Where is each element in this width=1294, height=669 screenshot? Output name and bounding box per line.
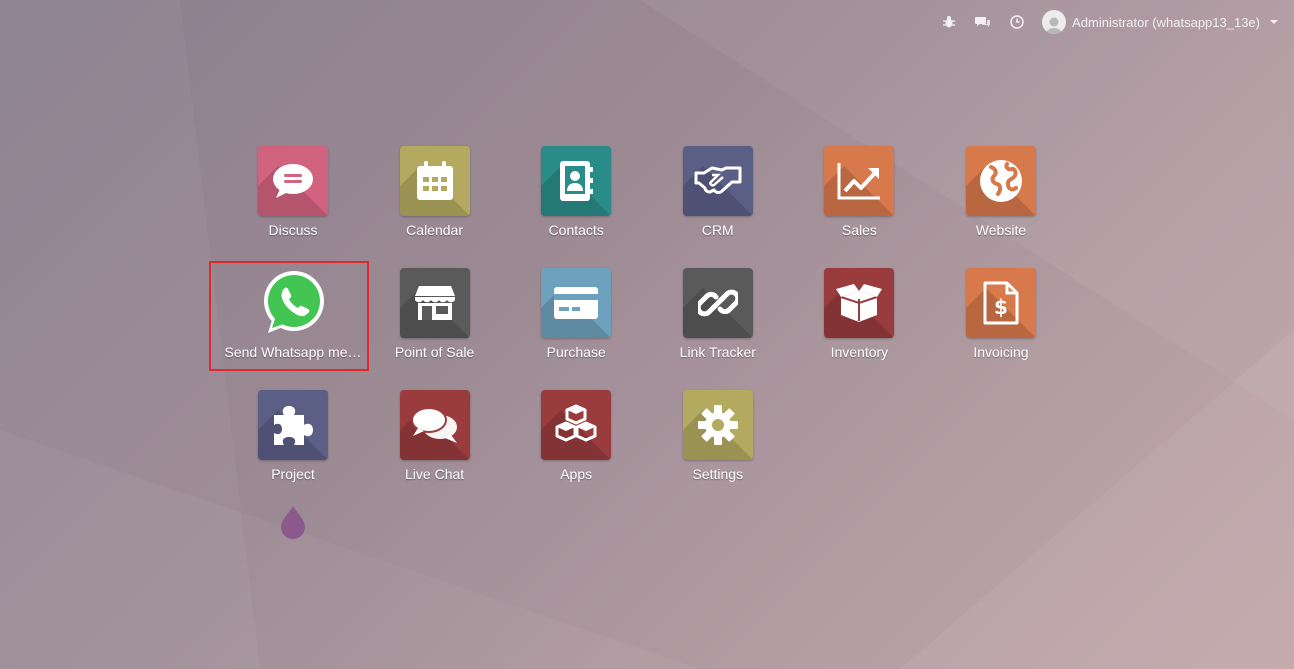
cubes-icon: [541, 390, 612, 460]
app-label: Inventory: [830, 344, 889, 360]
app-label: Sales: [841, 222, 877, 238]
user-menu[interactable]: Administrator (whatsapp13_13e): [1042, 10, 1278, 34]
box-icon: [824, 268, 895, 338]
whatsapp-icon: [258, 268, 328, 338]
app-discuss[interactable]: Discuss: [222, 140, 364, 252]
app-send-whatsapp[interactable]: Send Whatsapp me…: [222, 262, 364, 374]
gear-icon: [682, 390, 753, 460]
drop-icon: [281, 506, 305, 539]
app-sales[interactable]: Sales: [788, 140, 930, 252]
address-book-icon: [541, 146, 612, 216]
app-inventory[interactable]: Inventory: [788, 262, 930, 374]
app-label: CRM: [701, 222, 734, 238]
app-contacts[interactable]: Contacts: [505, 140, 647, 252]
app-label: Invoicing: [973, 344, 1029, 360]
invoice-icon: $: [965, 268, 1036, 338]
app-label: Link Tracker: [679, 344, 756, 360]
clock-icon[interactable]: [1000, 0, 1034, 44]
app-point-of-sale[interactable]: Point of Sale: [364, 262, 506, 374]
chart-up-icon: [824, 146, 895, 216]
app-project[interactable]: Project: [222, 384, 364, 496]
avatar: [1042, 10, 1067, 34]
chat-bubbles-icon: [399, 390, 470, 460]
app-label: Settings: [692, 466, 744, 482]
svg-text:$: $: [994, 295, 1008, 319]
app-label: Apps: [560, 466, 593, 482]
app-website[interactable]: Website: [930, 140, 1072, 252]
app-crm[interactable]: CRM: [647, 140, 789, 252]
app-purchase[interactable]: Purchase: [505, 262, 647, 374]
top-bar: Administrator (whatsapp13_13e): [932, 0, 1294, 44]
app-grid: Discuss Calendar Contacts CRM Sales Webs…: [222, 140, 1072, 506]
app-settings[interactable]: Settings: [647, 384, 789, 496]
app-label: Website: [975, 222, 1027, 238]
puzzle-icon: [258, 390, 328, 460]
app-live-chat[interactable]: Live Chat: [364, 384, 506, 496]
app-calendar[interactable]: Calendar: [364, 140, 506, 252]
shop-icon: [399, 268, 470, 338]
handshake-icon: [682, 146, 753, 216]
app-label: Point of Sale: [394, 344, 475, 360]
chat-bubbles-icon[interactable]: [966, 0, 1000, 44]
app-label: Discuss: [268, 222, 318, 238]
app-label: Project: [271, 466, 315, 482]
app-link-tracker[interactable]: Link Tracker: [647, 262, 789, 374]
app-label: Send Whatsapp me…: [224, 344, 362, 360]
app-invoicing[interactable]: $ Invoicing: [930, 262, 1072, 374]
credit-card-icon: [541, 268, 612, 338]
user-name: Administrator (whatsapp13_13e): [1072, 14, 1260, 30]
app-apps[interactable]: Apps: [505, 384, 647, 496]
calendar-icon: [399, 146, 470, 216]
app-label: Contacts: [548, 222, 604, 238]
link-icon: [682, 268, 753, 338]
chat-icon: [258, 146, 328, 216]
app-label: Calendar: [406, 222, 463, 238]
app-label: Purchase: [546, 344, 606, 360]
globe-icon: [965, 146, 1036, 216]
bug-icon[interactable]: [932, 0, 966, 44]
app-label: Live Chat: [405, 466, 465, 482]
chevron-down-icon: [1270, 20, 1278, 24]
